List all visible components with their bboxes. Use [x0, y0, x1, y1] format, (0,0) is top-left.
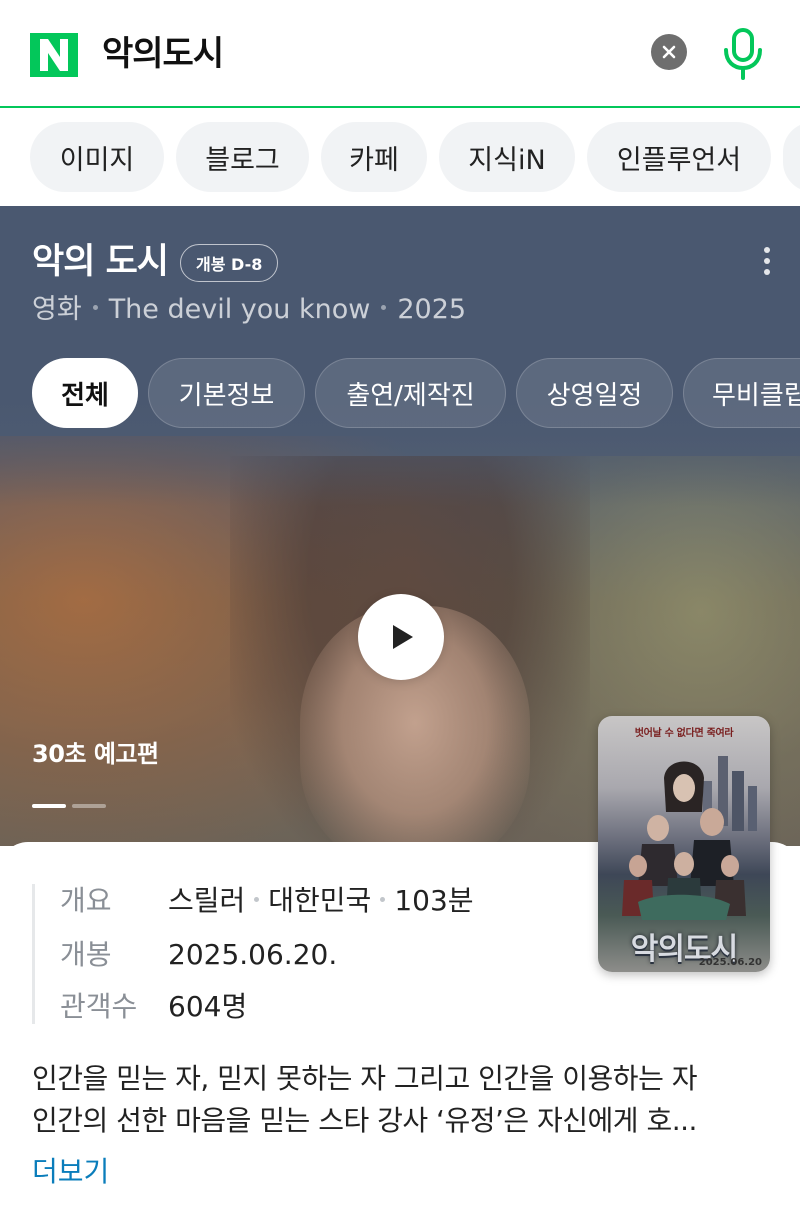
- play-icon: [393, 625, 413, 649]
- naver-logo-icon[interactable]: [30, 33, 78, 77]
- read-more-link[interactable]: 더보기: [32, 1152, 109, 1192]
- poster-date: 2025.06.20: [698, 957, 762, 968]
- play-button[interactable]: [358, 594, 444, 680]
- tab-basic-info[interactable]: 기본정보: [148, 358, 305, 428]
- tab-movie-clips[interactable]: 무비클립: [683, 358, 800, 428]
- search-input[interactable]: 악의도시: [102, 30, 224, 78]
- microphone-icon: [724, 28, 762, 80]
- slide-indicator: [72, 804, 106, 808]
- voice-search-button[interactable]: [718, 26, 768, 82]
- tab-influencer[interactable]: 인플루언서: [587, 122, 771, 192]
- movie-year: 2025: [397, 294, 467, 325]
- info-key: 개봉: [60, 938, 112, 971]
- runtime: 103분: [394, 884, 474, 917]
- description-line: 인간을 믿는 자, 믿지 못하는 자 그리고 인간을 이용하는 자: [32, 1062, 698, 1095]
- slide-indicator-active: [32, 804, 66, 808]
- movie-meta: 영화 The devil you know 2025: [32, 292, 466, 328]
- movie-description: 인간을 믿는 자, 믿지 못하는 자 그리고 인간을 이용하는 자 인간의 선한…: [32, 1058, 772, 1142]
- trailer-label: 30초 예고편: [32, 740, 159, 768]
- audience-count: 604명: [168, 990, 248, 1023]
- category-tabs: 이미지 블로그 카페 지식iN 인플루언서: [0, 110, 800, 206]
- tab-showtimes[interactable]: 상영일정: [516, 358, 673, 428]
- tab-kin[interactable]: 지식iN: [439, 122, 575, 192]
- movie-poster[interactable]: 벗어날 수 없다면 죽여라 악의도시 2025.06.20: [598, 716, 770, 972]
- genre[interactable]: 스릴러: [168, 884, 245, 917]
- description-line: 인간의 선한 마음을 믿는 스타 강사 ‘유정’은 자신에게 호...: [32, 1104, 697, 1137]
- release-date: 2025.06.20.: [168, 938, 338, 971]
- movie-type: 영화: [32, 294, 82, 325]
- info-key: 개요: [60, 884, 112, 917]
- movie-english-title: The devil you know: [108, 294, 371, 325]
- movie-title[interactable]: 악의 도시: [32, 240, 169, 284]
- tab-blog[interactable]: 블로그: [176, 122, 309, 192]
- info-row-release: 개봉 2025.06.20.: [60, 936, 337, 974]
- tab-images[interactable]: 이미지: [30, 122, 164, 192]
- poster-tagline: 벗어날 수 없다면 죽여라: [634, 728, 734, 739]
- clear-search-button[interactable]: [651, 34, 687, 70]
- info-divider: [32, 884, 35, 1024]
- tab-cast-crew[interactable]: 출연/제작진: [315, 358, 506, 428]
- country: 대한민국: [268, 884, 372, 917]
- tab-all[interactable]: 전체: [32, 358, 138, 428]
- info-key: 관객수: [60, 990, 138, 1023]
- close-icon: [662, 45, 676, 59]
- release-badge: 개봉 D-8: [180, 244, 279, 282]
- search-bar: 악의도시: [0, 0, 800, 108]
- info-row-overview: 개요 스릴러 대한민국 103분: [60, 882, 474, 920]
- tab-cafe[interactable]: 카페: [321, 122, 427, 192]
- info-row-audience: 관객수 604명: [60, 988, 247, 1026]
- more-options-icon[interactable]: [756, 244, 778, 278]
- tab-next[interactable]: [783, 122, 800, 192]
